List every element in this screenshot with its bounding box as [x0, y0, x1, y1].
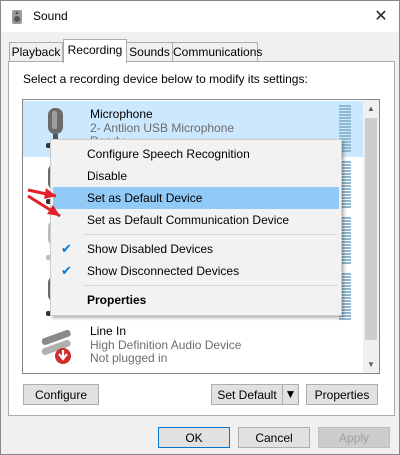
annotation-arrows	[27, 188, 61, 218]
